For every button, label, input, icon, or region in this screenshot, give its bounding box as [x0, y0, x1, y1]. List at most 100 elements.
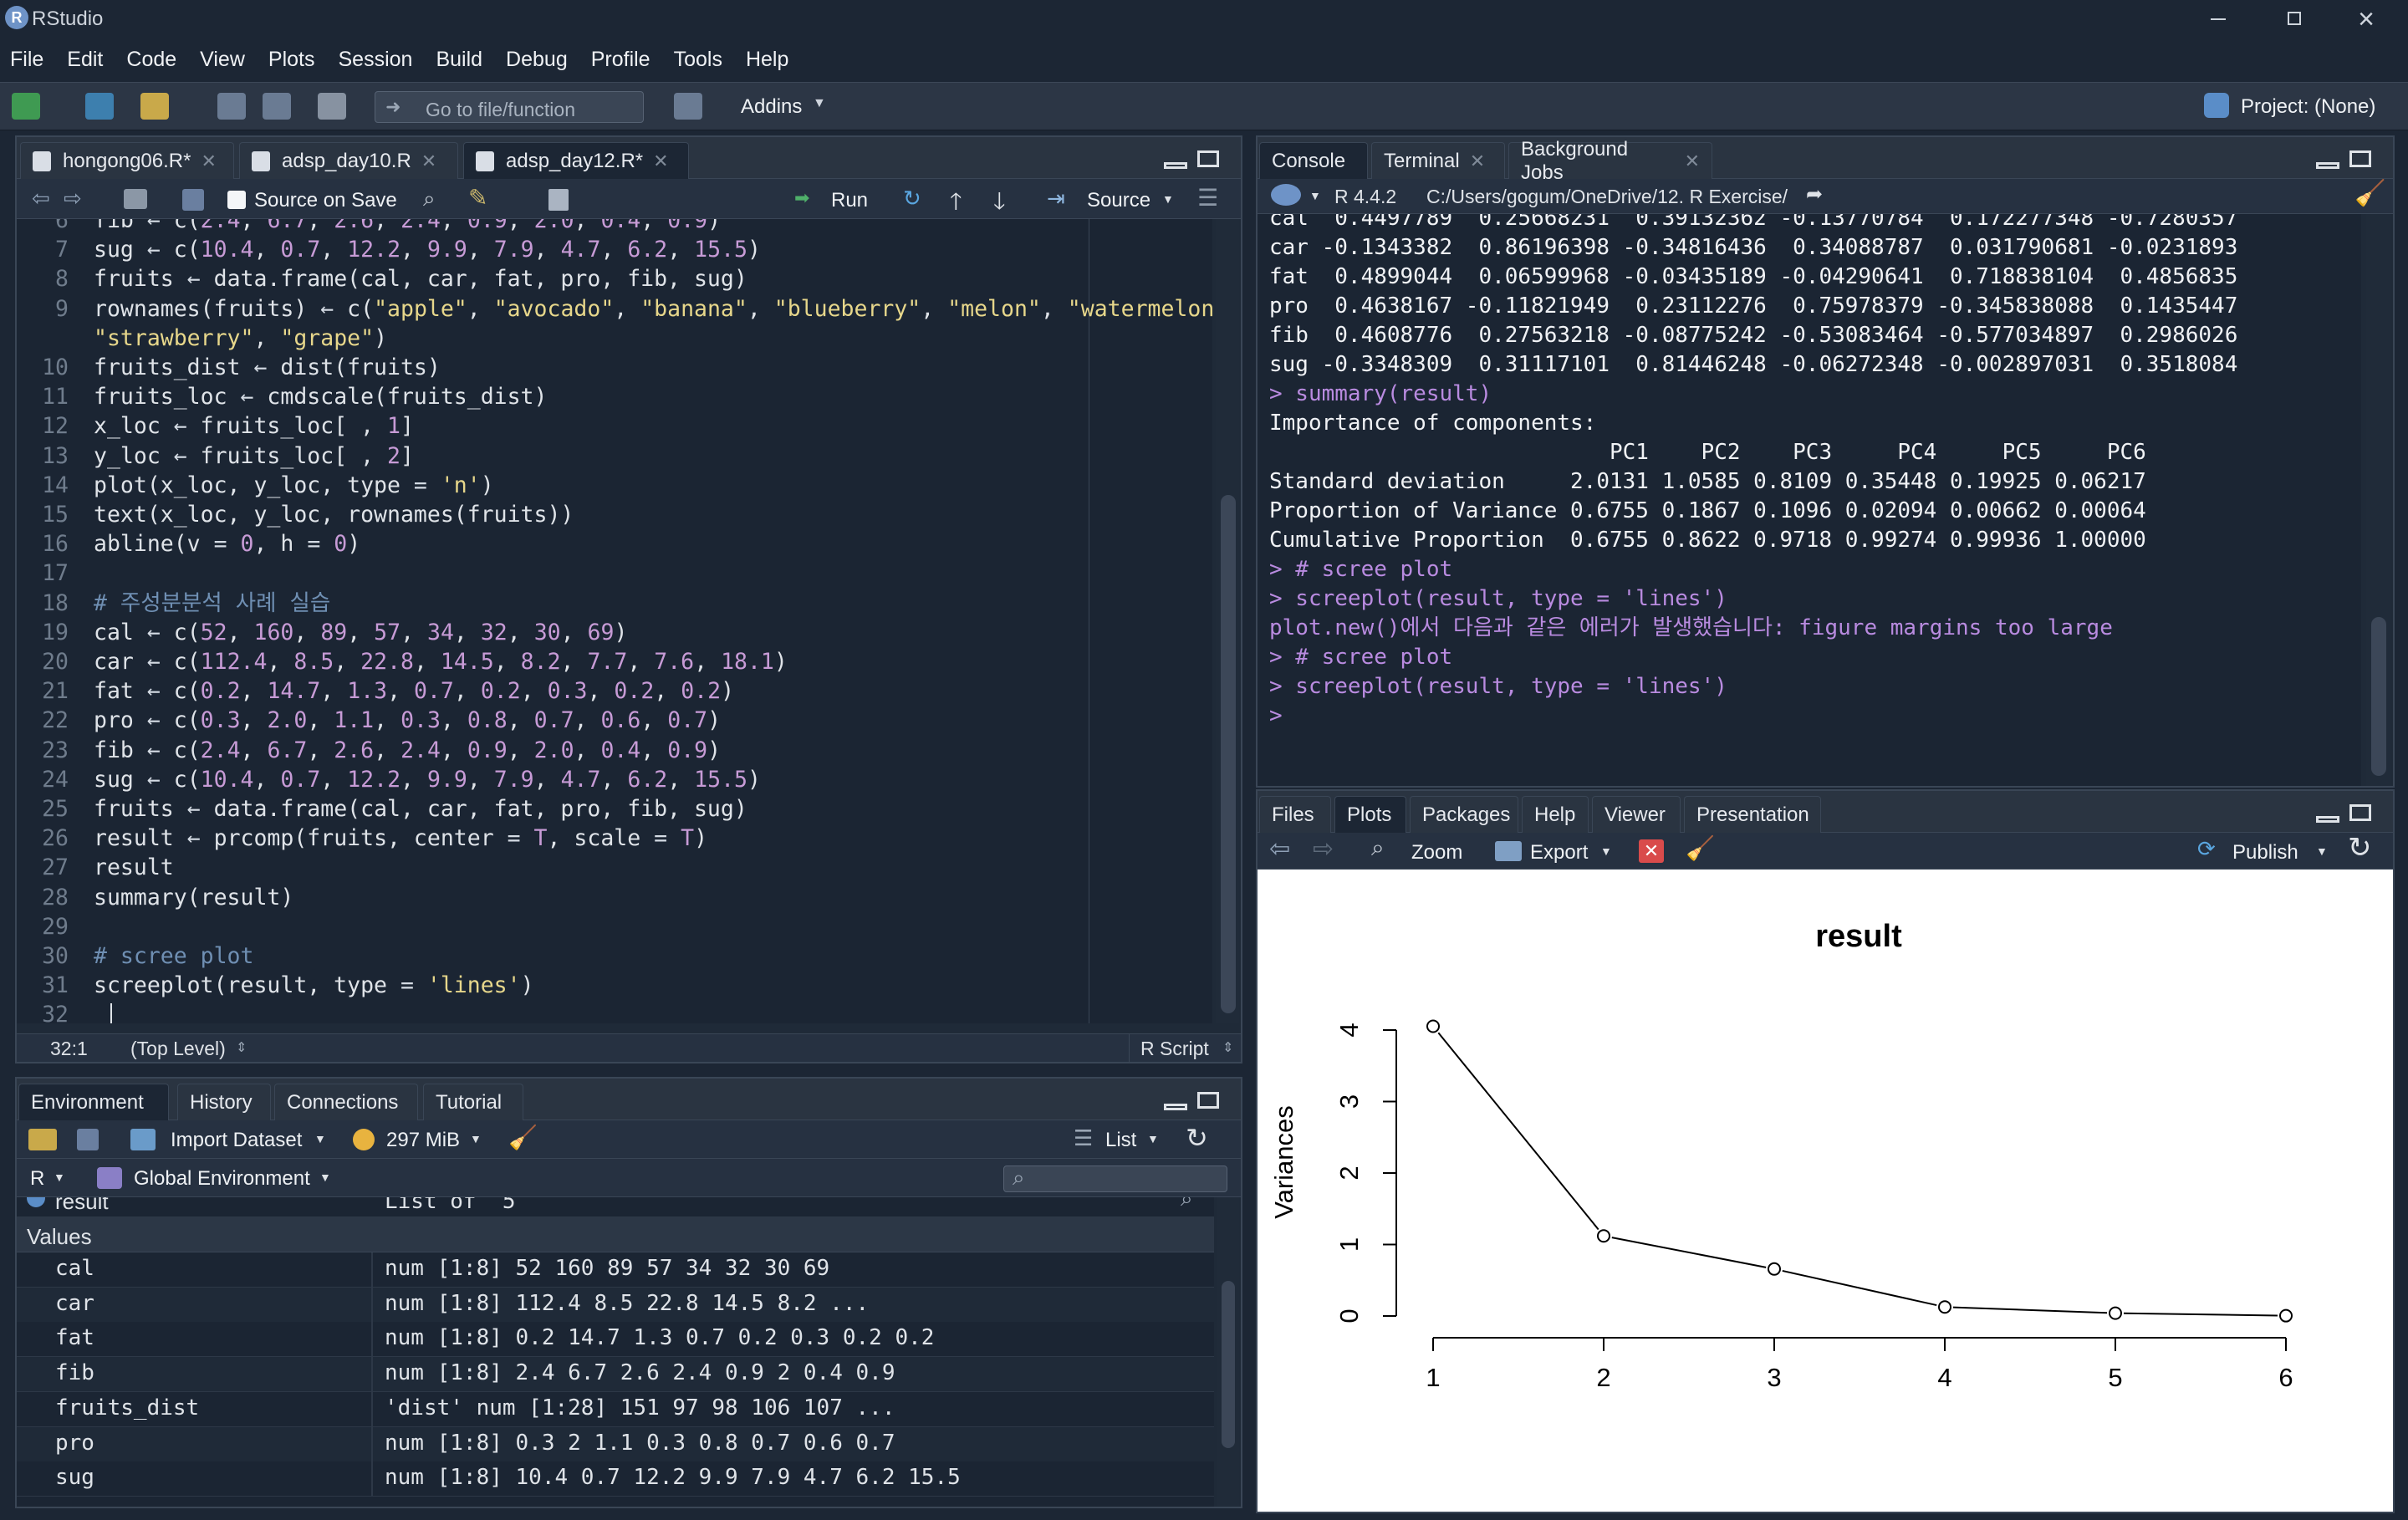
tab-adsp-day12[interactable]: adsp_day12.R* ✕	[463, 142, 689, 179]
scrollbar-thumb[interactable]	[1222, 1281, 1235, 1448]
save-all-icon[interactable]	[263, 93, 291, 120]
tab-console[interactable]: Console	[1259, 142, 1368, 179]
minimize-pane-icon[interactable]	[2316, 162, 2339, 169]
chevron-down-icon[interactable]: ▼	[1309, 189, 1321, 202]
close-icon[interactable]: ✕	[1470, 150, 1485, 172]
new-project-icon[interactable]	[85, 93, 114, 120]
close-icon[interactable]: ✕	[1685, 150, 1700, 172]
tab-environment[interactable]: Environment	[18, 1084, 169, 1120]
expand-icon[interactable]	[27, 1197, 45, 1207]
clear-console-icon[interactable]: 🧹	[2354, 179, 2385, 208]
close-icon[interactable]: ✕	[421, 150, 436, 172]
minimize-pane-icon[interactable]	[2316, 816, 2339, 823]
open-file-icon[interactable]	[140, 93, 169, 120]
filetype-selector[interactable]: R Script	[1140, 1038, 1209, 1060]
search-icon[interactable]: ⌕	[423, 186, 436, 212]
down-arrow-icon[interactable]: 🡓	[993, 184, 1006, 224]
addins-menu[interactable]: Addins	[741, 95, 802, 119]
scrollbar-thumb[interactable]	[2371, 617, 2386, 776]
maximize-pane-icon[interactable]	[2349, 150, 2371, 167]
maximize-pane-icon[interactable]	[2349, 804, 2371, 821]
close-icon[interactable]: ✕	[201, 150, 216, 172]
forward-icon[interactable]: ⇨	[64, 186, 82, 212]
go-to-directory-icon[interactable]: ➦	[1806, 182, 1823, 207]
menu-edit[interactable]: Edit	[67, 48, 103, 72]
maximize-pane-icon[interactable]	[1197, 1092, 1219, 1109]
save-icon[interactable]	[182, 189, 204, 211]
next-plot-icon[interactable]: ⇨	[1313, 834, 1334, 864]
refresh-icon[interactable]: ↻	[2348, 831, 2372, 865]
env-row[interactable]: fib num [1:8] 2.4 6.7 2.6 2.4 0.9 2 0.4 0…	[17, 1357, 1214, 1393]
console-output[interactable]: cal 0.4497789 0.25668231 0.39132362 -0.1…	[1258, 214, 2361, 786]
env-row[interactable]: cal num [1:8] 52 160 89 57 34 32 30 69	[17, 1252, 1214, 1288]
source-on-save-checkbox[interactable]	[227, 191, 246, 209]
scope-select[interactable]: Global Environment	[134, 1167, 310, 1191]
code-editor[interactable]: 6 fib ← c(2.4, 6.7, 2.6, 2.4, 0.9, 2.0, 0…	[17, 219, 1212, 1023]
tab-connections[interactable]: Connections	[274, 1084, 418, 1120]
menu-view[interactable]: View	[200, 48, 245, 72]
save-icon[interactable]	[217, 93, 246, 120]
export-menu[interactable]: Export	[1530, 841, 1588, 865]
maximize-pane-icon[interactable]	[1197, 150, 1219, 167]
language-select[interactable]: R	[30, 1167, 44, 1191]
refresh-icon[interactable]: ↻	[1186, 1122, 1208, 1154]
restore-button[interactable]	[2276, 7, 2309, 32]
broom-icon[interactable]: 🧹	[508, 1124, 538, 1151]
env-row[interactable]: car num [1:8] 112.4 8.5 22.8 14.5 8.2 ...	[17, 1287, 1214, 1323]
tab-packages[interactable]: Packages	[1410, 796, 1518, 833]
view-mode-select[interactable]: List	[1105, 1129, 1136, 1152]
previous-plot-icon[interactable]: ⇦	[1269, 834, 1290, 864]
broom-icon[interactable]: 🧹	[1686, 834, 1715, 862]
menu-debug[interactable]: Debug	[506, 48, 568, 72]
tab-tutorial[interactable]: Tutorial	[423, 1084, 523, 1120]
tab-history[interactable]: History	[177, 1084, 271, 1120]
save-workspace-icon[interactable]	[77, 1129, 99, 1150]
env-row[interactable]: fruits_dist 'dist' num [1:28] 151 97 98 1…	[17, 1391, 1214, 1427]
outline-icon[interactable]: ☰	[1197, 184, 1218, 212]
tab-viewer[interactable]: Viewer	[1592, 796, 1681, 833]
close-window-button[interactable]: ×	[2349, 3, 2383, 35]
grid-layout-icon[interactable]	[674, 93, 702, 120]
scrollbar-thumb[interactable]	[1221, 495, 1236, 1013]
goto-file-input[interactable]: ➜ Go to file/function	[375, 91, 644, 123]
env-row[interactable]: fat num [1:8] 0.2 14.7 1.3 0.7 0.2 0.3 0.…	[17, 1322, 1214, 1358]
magic-wand-icon[interactable]: ✎	[468, 184, 487, 212]
show-in-window-icon[interactable]	[124, 189, 147, 209]
compile-report-icon[interactable]	[548, 189, 569, 211]
run-button[interactable]: Run	[831, 189, 868, 212]
environment-search-input[interactable]: ⌕	[1003, 1165, 1227, 1192]
tab-terminal[interactable]: Terminal ✕	[1371, 142, 1505, 179]
back-icon[interactable]: ⇦	[32, 186, 50, 212]
minimize-pane-icon[interactable]	[1164, 1104, 1187, 1110]
print-icon[interactable]	[318, 93, 346, 120]
project-menu[interactable]: Project: (None)	[2241, 95, 2375, 119]
env-row[interactable]: pro num [1:8] 0.3 2 1.1 0.3 0.8 0.7 0.6 0…	[17, 1426, 1214, 1462]
minimize-button[interactable]	[2201, 7, 2234, 32]
chevron-down-icon[interactable]: ▼	[1162, 192, 1174, 206]
editor-scrollbar[interactable]	[1216, 219, 1239, 1023]
env-row[interactable]: sug num [1:8] 10.4 0.7 12.2 9.9 7.9 4.7 6…	[17, 1461, 1214, 1497]
tab-presentation[interactable]: Presentation	[1684, 796, 1821, 833]
menu-file[interactable]: File	[10, 48, 43, 72]
menu-session[interactable]: Session	[339, 48, 413, 72]
publish-button[interactable]: Publish	[2232, 841, 2298, 865]
tab-help[interactable]: Help	[1522, 796, 1589, 833]
console-scrollbar[interactable]	[2366, 214, 2391, 786]
remove-plot-icon[interactable]: ✕	[1639, 839, 1664, 863]
source-button[interactable]: Source	[1087, 189, 1150, 212]
environment-scrollbar[interactable]	[1217, 1197, 1239, 1507]
menu-build[interactable]: Build	[436, 48, 482, 72]
tab-hongong06[interactable]: hongong06.R* ✕	[20, 142, 234, 179]
tab-background-jobs[interactable]: Background Jobs ✕	[1508, 138, 1712, 184]
new-file-icon[interactable]	[12, 93, 40, 120]
menu-code[interactable]: Code	[126, 48, 176, 72]
tab-plots[interactable]: Plots	[1334, 796, 1406, 833]
menu-help[interactable]: Help	[746, 48, 788, 72]
close-icon[interactable]: ✕	[653, 150, 668, 172]
scope-selector[interactable]: (Top Level)	[130, 1038, 226, 1060]
up-arrow-icon[interactable]: 🡑	[950, 184, 962, 224]
menu-tools[interactable]: Tools	[674, 48, 722, 72]
import-dataset-button[interactable]: Import Dataset	[171, 1129, 302, 1152]
view-search-icon[interactable]: ⌕	[1181, 1197, 1193, 1212]
menu-profile[interactable]: Profile	[591, 48, 650, 72]
